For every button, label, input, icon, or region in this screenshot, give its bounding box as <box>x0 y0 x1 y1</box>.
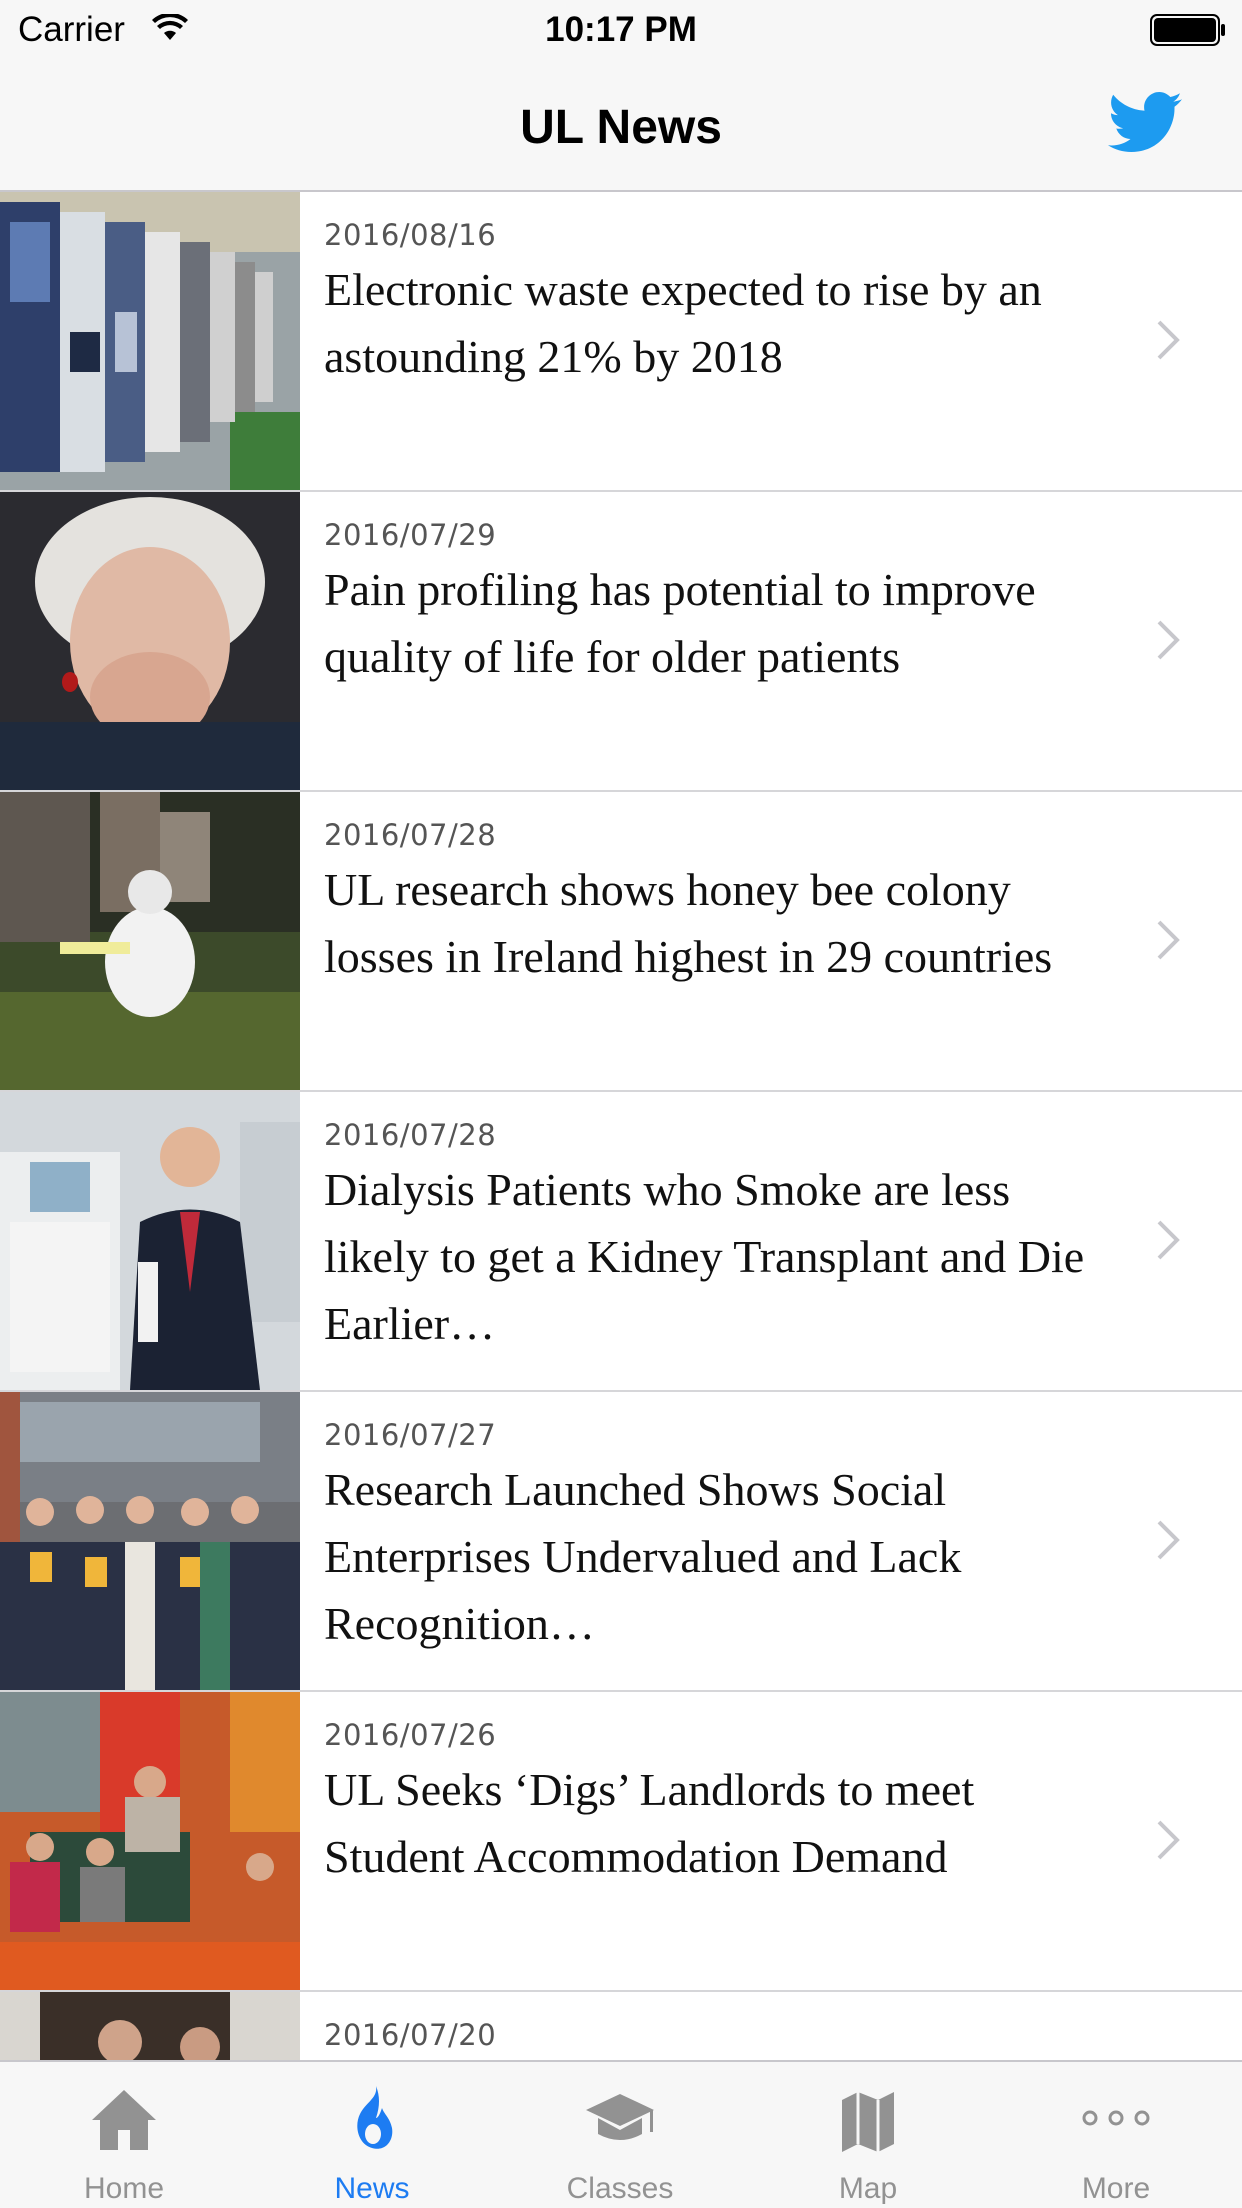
news-headline: Research Launched Shows Social Enterpris… <box>324 1464 962 1649</box>
news-thumbnail-elderly-woman <box>0 492 300 790</box>
news-date: 2016/07/26 <box>324 1718 497 1752</box>
graduation-cap-icon <box>586 2094 654 2140</box>
news-row[interactable]: 2016/08/16 Electronic waste expected to … <box>0 192 1242 492</box>
tab-more[interactable]: More <box>992 2062 1240 2208</box>
tab-label: News <box>334 2172 410 2205</box>
news-date: 2016/07/27 <box>324 1418 497 1452</box>
tab-map[interactable]: Map <box>744 2062 992 2208</box>
chevron-right-icon <box>1157 1220 1180 1260</box>
news-headline: Dialysis Patients who Smoke are less lik… <box>324 1164 1085 1349</box>
home-icon <box>92 2090 156 2150</box>
news-row[interactable]: 2016/07/26 UL Seeks ‘Digs’ Landlords to … <box>0 1692 1242 1992</box>
tab-bar: Home News Classes Map More <box>0 2060 1242 2208</box>
news-row[interactable]: 2016/07/28 Dialysis Patients who Smoke a… <box>0 1092 1242 1392</box>
chevron-right-icon <box>1157 620 1180 660</box>
battery-icon <box>1150 14 1225 46</box>
tab-label: Map <box>838 2172 898 2205</box>
news-thumbnail-beekeeper <box>0 792 300 1090</box>
flame-icon <box>357 2086 393 2149</box>
news-thumbnail-group-photo <box>0 1392 300 1690</box>
tab-label: Home <box>83 2172 165 2205</box>
news-row[interactable]: 2016/07/29 Pain profiling has potential … <box>0 492 1242 792</box>
news-date: 2016/07/29 <box>324 518 497 552</box>
map-icon <box>842 2092 894 2152</box>
more-dots-icon <box>1082 2110 1150 2126</box>
tab-label: Classes <box>566 2172 674 2205</box>
page-title: UL News <box>520 101 722 154</box>
news-date: 2016/07/28 <box>324 818 497 852</box>
news-list[interactable]: 2016/08/16 Electronic waste expected to … <box>0 192 1242 2060</box>
news-row[interactable]: 2016/07/27 Research Launched Shows Socia… <box>0 1392 1242 1692</box>
chevron-right-icon <box>1157 320 1180 360</box>
news-thumbnail-doctor <box>0 1092 300 1390</box>
news-date: 2016/08/16 <box>324 218 497 252</box>
news-row[interactable]: 2016/07/28 UL research shows honey bee c… <box>0 792 1242 1092</box>
status-bar: Carrier 10:17 PM <box>0 0 1242 62</box>
news-thumbnail-computers <box>0 192 300 490</box>
status-time: 10:17 PM <box>545 10 697 49</box>
chevron-right-icon <box>1157 1520 1180 1560</box>
tab-classes[interactable]: Classes <box>496 2062 744 2208</box>
news-date: 2016/07/28 <box>324 1118 497 1152</box>
news-thumbnail-students <box>0 1692 300 1990</box>
tab-label: More <box>1081 2172 1151 2205</box>
news-date: 2016/07/20 <box>324 2018 497 2052</box>
news-headline: UL research shows honey bee colony losse… <box>324 864 1053 982</box>
chevron-right-icon <box>1157 920 1180 960</box>
news-row[interactable]: 2016/07/20 <box>0 1992 1242 2060</box>
twitter-bird-icon[interactable] <box>1108 92 1182 154</box>
tab-news[interactable]: News <box>248 2062 496 2208</box>
news-thumbnail-partial <box>0 1992 300 2060</box>
news-headline: Pain profiling has potential to improve … <box>324 564 1036 682</box>
tab-home[interactable]: Home <box>0 2062 248 2208</box>
chevron-right-icon <box>1157 1820 1180 1860</box>
navigation-bar: UL News <box>0 62 1242 192</box>
news-headline: Electronic waste expected to rise by an … <box>324 264 1042 382</box>
news-headline: UL Seeks ‘Digs’ Landlords to meet Studen… <box>324 1764 975 1882</box>
